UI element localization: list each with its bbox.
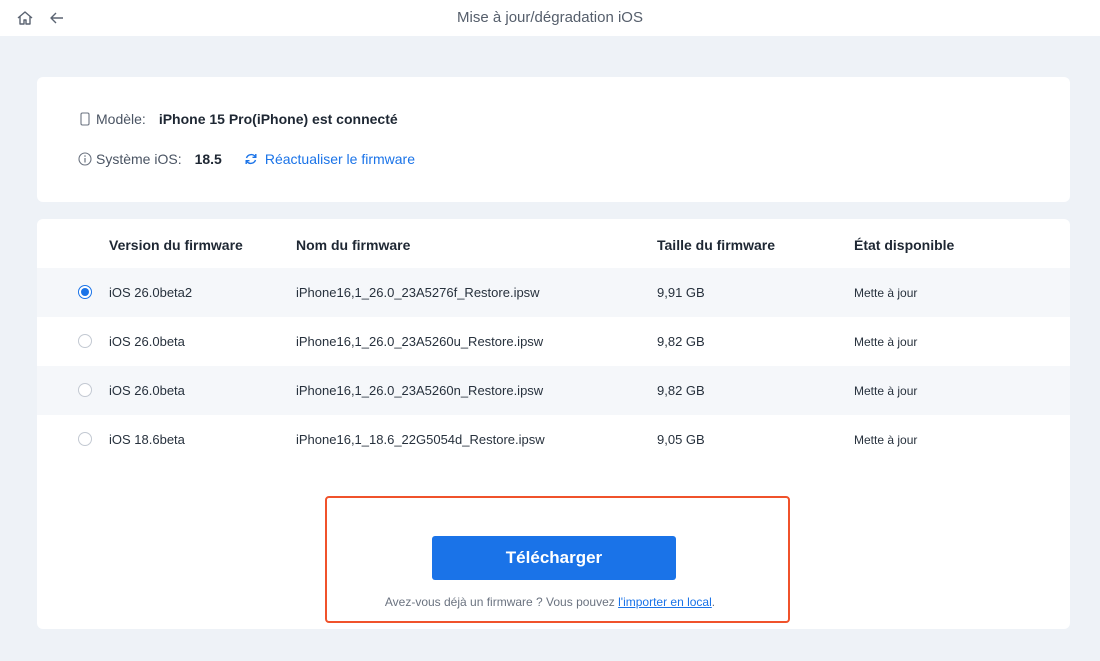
refresh-firmware-button[interactable]: Réactualiser le firmware — [244, 151, 415, 167]
firmware-name: iPhone16,1_26.0_23A5260u_Restore.ipsw — [296, 334, 544, 349]
firmware-radio[interactable] — [78, 432, 92, 446]
ios-row: Système iOS: 18.5 Réactualiser le firmwa… — [78, 151, 415, 167]
header-version: Version du firmware — [109, 237, 243, 253]
firmware-size: 9,05 GB — [657, 432, 705, 447]
phone-icon — [78, 112, 92, 126]
refresh-icon — [244, 152, 258, 166]
firmware-version: iOS 26.0beta — [109, 383, 185, 398]
model-row: Modèle: iPhone 15 Pro(iPhone) est connec… — [78, 111, 398, 127]
ios-value: 18.5 — [194, 151, 222, 167]
table-row[interactable]: iOS 26.0beta iPhone16,1_26.0_23A5260u_Re… — [37, 317, 1070, 366]
firmware-size: 9,82 GB — [657, 334, 705, 349]
title-bar: Mise à jour/dégradation iOS — [0, 0, 1100, 36]
firmware-name: iPhone16,1_26.0_23A5276f_Restore.ipsw — [296, 285, 540, 300]
firmware-radio[interactable] — [78, 285, 92, 299]
info-icon — [78, 152, 92, 166]
import-hint: Avez-vous déjà un firmware ? Vous pouvez… — [0, 595, 1100, 609]
header-state: État disponible — [854, 237, 955, 253]
model-value: iPhone 15 Pro(iPhone) est connecté — [158, 111, 398, 127]
model-label: Modèle: — [96, 111, 146, 127]
refresh-firmware-label: Réactualiser le firmware — [264, 151, 416, 167]
import-local-link[interactable]: l'importer en local — [618, 595, 712, 609]
firmware-size: 9,91 GB — [657, 285, 705, 300]
header-size: Taille du firmware — [657, 237, 775, 253]
import-hint-suffix: . — [711, 595, 716, 609]
ios-label: Système iOS: — [96, 151, 182, 167]
firmware-version: iOS 18.6beta — [109, 432, 185, 447]
firmware-size: 9,82 GB — [657, 383, 705, 398]
firmware-version: iOS 26.0beta2 — [109, 285, 193, 300]
header-name: Nom du firmware — [296, 237, 411, 253]
firmware-name: iPhone16,1_18.6_22G5054d_Restore.ipsw — [296, 432, 545, 447]
firmware-radio[interactable] — [78, 334, 92, 348]
firmware-state: Mette à jour — [854, 433, 918, 447]
table-row[interactable]: iOS 26.0beta iPhone16,1_26.0_23A5260n_Re… — [37, 366, 1070, 415]
firmware-state: Mette à jour — [854, 335, 918, 349]
import-hint-text: Avez-vous déjà un firmware ? Vous pouvez — [384, 595, 619, 609]
firmware-radio[interactable] — [78, 383, 92, 397]
table-header: Version du firmware Nom du firmware Tail… — [37, 219, 1070, 269]
firmware-state: Mette à jour — [854, 384, 918, 398]
table-row[interactable]: iOS 18.6beta iPhone16,1_18.6_22G5054d_Re… — [37, 415, 1070, 464]
download-button[interactable]: Télécharger — [432, 536, 676, 580]
firmware-name: iPhone16,1_26.0_23A5260n_Restore.ipsw — [296, 383, 544, 398]
device-info-card: Modèle: iPhone 15 Pro(iPhone) est connec… — [37, 77, 1070, 202]
window-title: Mise à jour/dégradation iOS — [457, 9, 643, 26]
firmware-version: iOS 26.0beta — [109, 334, 185, 349]
firmware-state: Mette à jour — [854, 286, 918, 300]
table-row[interactable]: iOS 26.0beta2 iPhone16,1_26.0_23A5276f_R… — [37, 268, 1070, 317]
